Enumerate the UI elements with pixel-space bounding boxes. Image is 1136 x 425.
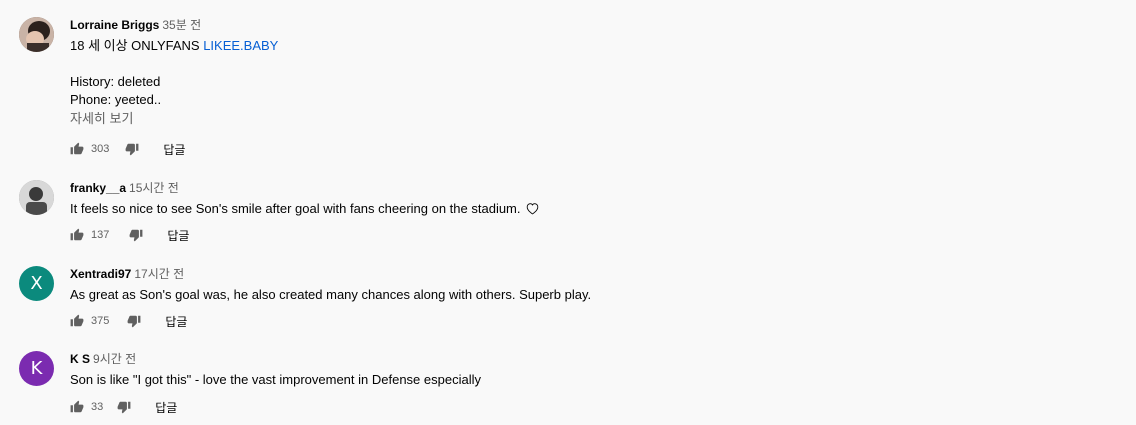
comment-text: As great as Son's goal was, he also crea… (70, 286, 591, 304)
comment-line: 18 세 이상 ONLYFANS (70, 38, 200, 53)
avatar-photo (19, 17, 54, 52)
like-count: 137 (91, 229, 110, 241)
like-button[interactable] (70, 142, 84, 156)
avatar-letter: X (30, 273, 43, 294)
author-name[interactable]: Lorraine Briggs (70, 18, 159, 32)
comment-header: Xentradi97 17시간 전 (70, 266, 591, 282)
thumb-up-icon (70, 228, 84, 242)
reply-button[interactable]: 답글 (167, 227, 189, 244)
comment-link[interactable]: LIKEE.BABY (203, 38, 278, 53)
avatar[interactable]: K (19, 351, 54, 386)
timestamp[interactable]: 9시간 전 (93, 352, 136, 366)
dislike-button[interactable] (117, 400, 131, 414)
dislike-button[interactable] (125, 142, 139, 156)
comment-text: Son is like "I got this" - love the vast… (70, 371, 481, 389)
dislike-button[interactable] (127, 314, 141, 328)
thumb-up-icon (70, 314, 84, 328)
avatar[interactable] (19, 17, 54, 52)
timestamp[interactable]: 35분 전 (162, 18, 201, 32)
timestamp[interactable]: 17시간 전 (134, 267, 184, 281)
comment-body: Son is like "I got this" - love the vast… (70, 372, 481, 387)
action-toolbar: 33 답글 (70, 399, 177, 415)
thumb-down-icon (125, 142, 139, 156)
reply-button[interactable]: 답글 (155, 399, 177, 416)
author-name[interactable]: K S (70, 352, 90, 366)
thumb-up-icon (70, 400, 84, 414)
comment-header: Lorraine Briggs 35분 전 (70, 17, 278, 33)
thumb-down-icon (127, 314, 141, 328)
comment-line: Phone: yeeted.. (70, 92, 162, 107)
dislike-button[interactable] (129, 228, 143, 242)
action-toolbar: 137 답글 (70, 227, 189, 243)
like-count: 303 (91, 143, 110, 155)
comment-text: It feels so nice to see Son's smile afte… (70, 200, 540, 220)
comment-body: It feels so nice to see Son's smile afte… (70, 201, 521, 216)
avatar[interactable] (19, 180, 54, 215)
avatar-letter: K (30, 358, 43, 379)
read-more-link[interactable]: 자세히 보기 (70, 110, 278, 128)
comment-line: History: deleted (70, 74, 161, 89)
action-toolbar: 375 답글 (70, 313, 187, 329)
comment-text: 18 세 이상 ONLYFANS LIKEE.BABY History: del… (70, 37, 278, 109)
comment-header: K S 9시간 전 (70, 351, 481, 367)
like-button[interactable] (70, 314, 84, 328)
timestamp[interactable]: 15시간 전 (129, 181, 179, 195)
heart-icon (525, 201, 540, 220)
like-count: 375 (91, 315, 110, 327)
comment-header: franky__a 15시간 전 (70, 180, 540, 196)
like-button[interactable] (70, 400, 84, 414)
like-count: 33 (91, 401, 104, 413)
reply-button[interactable]: 답글 (163, 141, 185, 158)
like-button[interactable] (70, 228, 84, 242)
thumb-up-icon (70, 142, 84, 156)
thumb-down-icon (129, 228, 143, 242)
action-toolbar: 303 답글 (70, 141, 185, 157)
reply-button[interactable]: 답글 (165, 313, 187, 330)
thumb-down-icon (117, 400, 131, 414)
avatar-photo (19, 180, 54, 215)
author-name[interactable]: franky__a (70, 181, 126, 195)
comment-body: As great as Son's goal was, he also crea… (70, 287, 592, 302)
author-name[interactable]: Xentradi97 (70, 267, 131, 281)
avatar[interactable]: X (19, 266, 54, 301)
